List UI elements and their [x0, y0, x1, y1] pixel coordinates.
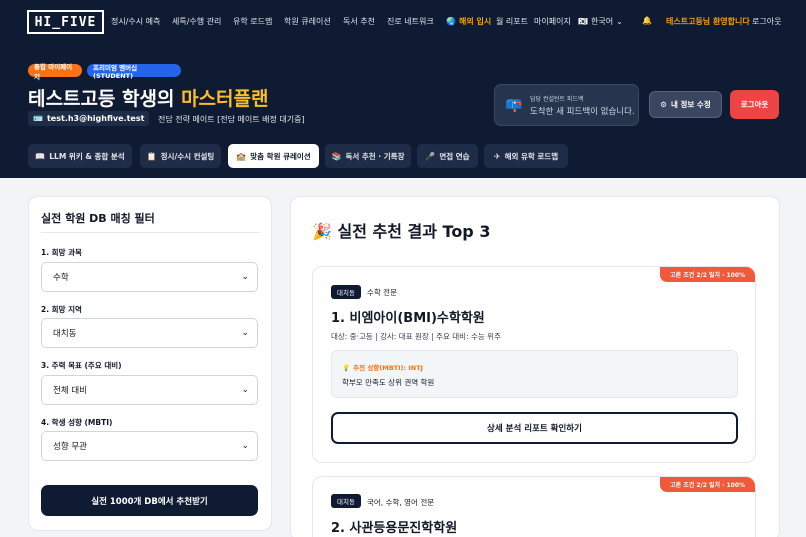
badge-premium: 프리미엄 멤버십 (STUDENT): [87, 64, 181, 80]
tab-academy-curation[interactable]: 🏫 맞춤 학원 큐레이션: [228, 144, 319, 168]
nav-item-reading[interactable]: 독서 추천: [343, 16, 375, 27]
role-text: 전담 전략 메이트 [전담 메이트 배정 대기중]: [158, 115, 305, 124]
clipboard-icon: 📋: [146, 151, 157, 161]
page-title: 테스트고등 학생의 마스터플랜: [28, 84, 268, 111]
tab-consulting[interactable]: 📋 정시/수시 컨설팅: [140, 144, 221, 168]
mbti-recommend-text: 추천 성향(MBTI): INTJ: [353, 364, 424, 372]
tab-interview[interactable]: 🎤 면접 연습: [417, 144, 478, 168]
specialty-text: 국어, 수학, 영어 전문: [367, 498, 435, 507]
chevron-down-icon: ⌄: [616, 17, 623, 26]
tab-llm-wiki-label: LLM 위키 & 종합 분석: [49, 151, 125, 161]
results-title-text: 실전 추천 결과 Top 3: [337, 222, 491, 241]
logout-button[interactable]: 로그아웃: [730, 90, 779, 119]
nav-item-academy-curation[interactable]: 학원 큐레이션: [284, 16, 331, 27]
logo[interactable]: HI_FIVE: [27, 10, 104, 34]
specialty-text: 수학 전문: [367, 288, 397, 297]
school-icon: 🏫: [236, 151, 247, 161]
chevron-down-icon: ⌄: [241, 272, 249, 282]
region-select[interactable]: 대치동 ⌄: [41, 318, 258, 348]
nav-logout[interactable]: 로그아웃: [752, 16, 781, 27]
mbti-description: 학부모 만족도 상위 권역 학원: [342, 378, 435, 387]
nav-item-mypage[interactable]: 마이페이지: [534, 16, 571, 27]
tab-interview-label: 면접 연습: [439, 151, 470, 161]
email-chip: 🪪 test.h3@highfive.test: [28, 111, 150, 126]
language-label: 한국어: [590, 17, 614, 26]
divider: [41, 232, 259, 233]
books-icon: 📚: [331, 151, 342, 161]
goal-select[interactable]: 전체 대비 ⌄: [41, 375, 258, 405]
detail-report-button[interactable]: 상세 분석 리포트 확인하기: [331, 412, 738, 444]
region-label: 2. 희망 지역: [41, 305, 82, 314]
region-value: 대치동: [53, 329, 77, 339]
title-prefix: 테스트고등 학생의: [28, 88, 182, 110]
edit-profile-button[interactable]: ⚙ 내 정보 수정: [649, 91, 722, 118]
tab-reading[interactable]: 📚 독서 추천 · 기록장: [325, 144, 411, 168]
region-badge: 대치동: [331, 494, 361, 508]
language-selector[interactable]: 🇰🇷 한국어 ⌄: [578, 16, 623, 27]
mbti-value: 성향 무관: [53, 442, 87, 452]
mailbox-icon: 📪: [505, 97, 523, 113]
results-title: 🎉 실전 추천 결과 Top 3: [312, 218, 490, 242]
recommend-button[interactable]: 실전 1000개 DB에서 추천받기: [41, 485, 258, 516]
lightbulb-icon: 💡: [342, 364, 351, 372]
match-ribbon: 고른 조건 2/2 일치 · 100%: [660, 267, 755, 282]
mbti-label: 4. 학생 성향 (MBTI): [41, 418, 113, 427]
region-badge: 대치동: [331, 285, 361, 299]
badge-integrated: 통합 마이페이지: [28, 63, 82, 81]
academy-name: 1. 비엠아이(BMI)수학학원: [331, 311, 485, 326]
match-ribbon: 고른 조건 2/2 일치 · 100%: [660, 477, 755, 492]
nav-item-admission-prediction[interactable]: 정시/수시 예측: [111, 16, 160, 27]
tab-overseas-roadmap-label: 해외 유학 로드맵: [504, 151, 559, 161]
tab-llm-wiki[interactable]: 📖 LLM 위키 & 종합 분석: [28, 144, 132, 168]
goal-label: 3. 주력 목표 (주요 대비): [41, 361, 122, 370]
subject-label: 1. 희망 과목: [41, 248, 82, 257]
academy-name: 2. 사관등용문진학학원: [331, 521, 458, 536]
nav-item-career-network[interactable]: 진로 네트워크: [387, 16, 434, 27]
party-popper-icon: 🎉: [312, 222, 338, 241]
nav-item-weekly-report[interactable]: 월 리포트: [496, 16, 528, 27]
nav-overseas-label: 해외 입시: [458, 17, 492, 26]
tab-reading-label: 독서 추천 · 기록장: [345, 151, 405, 161]
nav-item-overseas[interactable]: 🌏 해외 입시: [446, 16, 491, 27]
tab-overseas-roadmap[interactable]: ✈ 해외 유학 로드맵: [484, 144, 568, 168]
email-text: test.h3@highfive.test: [46, 114, 145, 123]
airplane-icon: ✈: [493, 151, 501, 161]
nav-item-record-management[interactable]: 세특/수행 관리: [172, 16, 221, 27]
feedback-label: 담당 컨설턴트 피드백: [530, 96, 584, 103]
bell-icon[interactable]: 🔔: [642, 16, 652, 25]
chevron-down-icon: ⌄: [241, 385, 249, 395]
mbti-recommend-label: 💡 추천 성향(MBTI): INTJ: [342, 362, 423, 372]
feedback-panel[interactable]: 📪 담당 컨설턴트 피드백 도착한 새 피드백이 없습니다.: [494, 84, 639, 126]
subject-select[interactable]: 수학 ⌄: [41, 262, 258, 292]
globe-icon: 🌏: [446, 17, 456, 26]
nav-item-study-abroad[interactable]: 유학 로드맵: [233, 16, 272, 27]
subject-value: 수학: [53, 273, 69, 283]
chevron-down-icon: ⌄: [241, 328, 249, 338]
mbti-recommendation: 💡 추천 성향(MBTI): INTJ 학부모 만족도 상위 권역 학원: [331, 350, 738, 398]
edit-profile-label: 내 정보 수정: [671, 100, 711, 109]
title-highlight: 마스터플랜: [181, 88, 269, 110]
welcome-text: 테스트고등님 환영합니다: [666, 17, 750, 26]
book-icon: 📖: [35, 151, 46, 161]
korea-flag-icon: 🇰🇷: [578, 17, 588, 26]
chevron-down-icon: ⌄: [241, 441, 249, 451]
tab-academy-curation-label: 맞춤 학원 큐레이션: [250, 151, 311, 161]
academy-meta: 대상: 중·고등 | 강사: 대표 원장 | 주요 대비: 수능 위주: [331, 332, 501, 341]
gear-icon: ⚙: [660, 100, 667, 109]
microphone-icon: 🎤: [425, 151, 436, 161]
goal-value: 전체 대비: [53, 386, 87, 396]
filter-title: 실전 학원 DB 매칭 필터: [41, 212, 155, 225]
id-card-icon: 🪪: [33, 114, 43, 123]
tab-consulting-label: 정시/수시 컨설팅: [160, 151, 215, 161]
feedback-message: 도착한 새 피드백이 없습니다.: [530, 107, 635, 117]
mbti-select[interactable]: 성향 무관 ⌄: [41, 431, 258, 461]
